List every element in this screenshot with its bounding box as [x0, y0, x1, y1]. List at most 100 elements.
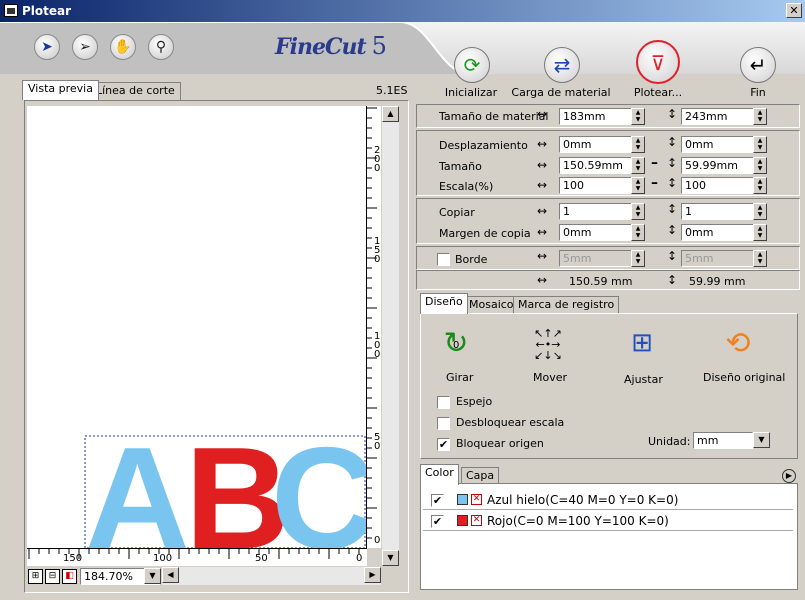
zoom-tool-button[interactable]: ⚲ — [148, 34, 174, 60]
tab-mosaico[interactable]: Mosaico — [464, 296, 519, 314]
vertical-scrollbar[interactable]: ▲ ▼ — [382, 106, 399, 566]
unit-dropdown-icon[interactable]: ▼ — [753, 432, 770, 448]
horizontal-scrollbar[interactable]: ◀ ▶ — [162, 567, 381, 585]
border-y-field[interactable]: 5mm — [681, 250, 755, 267]
scroll-down-button[interactable]: ▼ — [382, 550, 399, 566]
fit-width-icon[interactable]: ⊟ — [45, 569, 60, 584]
border-x-spinner[interactable]: ▲ ▼ — [631, 250, 645, 267]
lock-origin-checkbox[interactable]: ✔ — [437, 438, 450, 451]
initialize-button[interactable]: ⟳ — [454, 47, 490, 83]
material-height-spinner[interactable]: ▲ ▼ — [753, 108, 767, 125]
reset-icon: ⟲ — [725, 326, 751, 361]
layer-row[interactable]: ✔ ✕ Azul hielo(C=40 M=0 Y=0 K=0) — [423, 490, 793, 510]
horizontal-arrow-icon: ↔ — [537, 204, 548, 218]
load-material-button[interactable]: ⇄ — [544, 47, 580, 83]
size-height-field[interactable]: 59.99mm — [681, 157, 755, 174]
copy-margin-y-field[interactable]: 0mm — [681, 224, 755, 241]
tab-vista-previa[interactable]: Vista previa — [22, 80, 99, 100]
total-height-value: 59.99 mm — [689, 275, 746, 288]
material-height-field[interactable]: 243mm — [681, 108, 755, 125]
tab-color[interactable]: Color — [420, 464, 459, 485]
copy-margin-y-spinner[interactable]: ▲ ▼ — [753, 224, 767, 241]
window-title: Plotear — [22, 4, 72, 18]
mirror-label: Espejo — [456, 395, 493, 408]
zoom-dropdown-icon[interactable]: ▼ — [144, 568, 161, 584]
select-arrow-icon: ➤ — [41, 39, 53, 55]
layers-menu-icon[interactable]: ▶ — [782, 469, 796, 483]
offset-y-spinner[interactable]: ▲ ▼ — [753, 136, 767, 153]
border-checkbox[interactable] — [437, 253, 450, 266]
color-layer-list: ✔ ✕ Azul hielo(C=40 M=0 Y=0 K=0) ✔ ✕ Roj… — [420, 483, 798, 590]
fit-selection-icon[interactable]: ◧ — [62, 569, 77, 584]
vertical-arrow-icon: ↕ — [667, 156, 678, 170]
scroll-up-button[interactable]: ▲ — [382, 106, 399, 122]
copies-y-spinner[interactable]: ▲ ▼ — [753, 203, 767, 220]
hruler-label-150: 150 — [63, 553, 83, 564]
copy-margin-x-field[interactable]: 0mm — [559, 224, 633, 241]
color-swatch — [457, 515, 468, 526]
select-tool-button[interactable]: ➤ — [34, 34, 60, 60]
node-tool-button[interactable]: ➢ — [72, 34, 98, 60]
color-swatch — [457, 494, 468, 505]
horizontal-arrow-icon: ↔ — [537, 107, 548, 121]
copies-y-field[interactable]: 1 — [681, 203, 755, 220]
scale-x-spinner[interactable]: ▲ ▼ — [631, 177, 645, 194]
preview-canvas[interactable]: A B C — [27, 106, 376, 579]
close-button[interactable]: ✕ — [786, 3, 802, 18]
material-width-spinner[interactable]: ▲ ▼ — [631, 108, 645, 125]
copies-x-field[interactable]: 1 — [559, 203, 633, 220]
scroll-right-button[interactable]: ▶ — [364, 567, 381, 583]
tab-diseno[interactable]: Diseño — [420, 293, 468, 314]
refresh-icon: ⟳ — [463, 53, 481, 77]
offset-y-field[interactable]: 0mm — [681, 136, 755, 153]
zoom-icon: ⚲ — [155, 39, 167, 55]
rotate-label: Girar — [446, 371, 474, 384]
tab-linea-de-corte[interactable]: Línea de corte — [90, 82, 181, 100]
horizontal-arrow-icon: ↔ — [537, 249, 548, 263]
hand-tool-button[interactable]: ✋ — [110, 34, 136, 60]
copy-margin-x-spinner[interactable]: ▲ ▼ — [631, 224, 645, 241]
copies-x-spinner[interactable]: ▲ ▼ — [631, 203, 645, 220]
move-button[interactable]: ↖↑↗ ←•→ ↙↓↘ — [528, 328, 568, 364]
border-x-field[interactable]: 5mm — [559, 250, 633, 267]
border-y-spinner[interactable]: ▲ ▼ — [753, 250, 767, 267]
vruler-label-200: 200 — [374, 145, 381, 174]
fit-all-icon[interactable]: ⊞ — [28, 569, 43, 584]
size-width-field[interactable]: 150.59mm — [559, 157, 633, 174]
size-height-spinner[interactable]: ▲ ▼ — [753, 157, 767, 174]
finecut-logo: FineCut 5 — [275, 32, 387, 60]
material-width-field[interactable]: 183mm — [559, 108, 633, 125]
horizontal-arrow-icon: ↔ — [537, 158, 548, 172]
offset-x-spinner[interactable]: ▲ ▼ — [631, 136, 645, 153]
end-button[interactable]: ↵ — [740, 47, 776, 83]
tab-marca-de-registro[interactable]: Marca de registro — [513, 296, 620, 314]
layer-row[interactable]: ✔ ✕ Rojo(C=0 M=100 Y=100 K=0) — [423, 511, 793, 531]
scale-x-field[interactable]: 100 — [559, 177, 633, 194]
hruler-label-50: 50 — [255, 553, 268, 564]
scale-y-spinner[interactable]: ▲ ▼ — [753, 177, 767, 194]
mirror-checkbox[interactable] — [437, 396, 450, 409]
offset-x-field[interactable]: 0mm — [559, 136, 633, 153]
fit-button[interactable]: ⊞ — [622, 328, 662, 364]
border-group: Borde ↔ 5mm ▲ ▼ ↕ 5mm ▲ ▼ — [416, 246, 800, 270]
position-size-group: Desplazamiento ↔ 0mm ▲ ▼ ↕ 0mm ▲ ▼ Tamaño … — [416, 130, 800, 196]
scale-y-field[interactable]: 100 — [681, 177, 755, 194]
vertical-ruler: 200 150 100 50 0 — [366, 106, 381, 548]
original-design-label: Diseño original — [703, 371, 786, 384]
letter-a: A — [85, 417, 190, 548]
total-width-value: 150.59 mm — [569, 275, 633, 288]
vruler-label-150: 150 — [374, 236, 381, 265]
plot-button[interactable]: ⊽ — [636, 40, 680, 84]
unlock-scale-checkbox[interactable] — [437, 417, 450, 430]
original-design-button[interactable]: ⟲ — [718, 326, 758, 362]
layer-visible-checkbox[interactable]: ✔ — [431, 515, 444, 528]
unit-select[interactable]: mm — [693, 432, 753, 449]
return-icon: ↵ — [749, 53, 767, 77]
size-width-spinner[interactable]: ▲ ▼ — [631, 157, 645, 174]
total-size-group: ↔ 150.59 mm ↕ 59.99 mm — [416, 270, 800, 290]
plotter-icon: ⊽ — [650, 51, 666, 75]
layer-visible-checkbox[interactable]: ✔ — [431, 494, 444, 507]
scroll-left-button[interactable]: ◀ — [162, 567, 179, 583]
vertical-arrow-icon: ↕ — [667, 135, 678, 149]
vruler-label-0: 0 — [374, 535, 381, 546]
